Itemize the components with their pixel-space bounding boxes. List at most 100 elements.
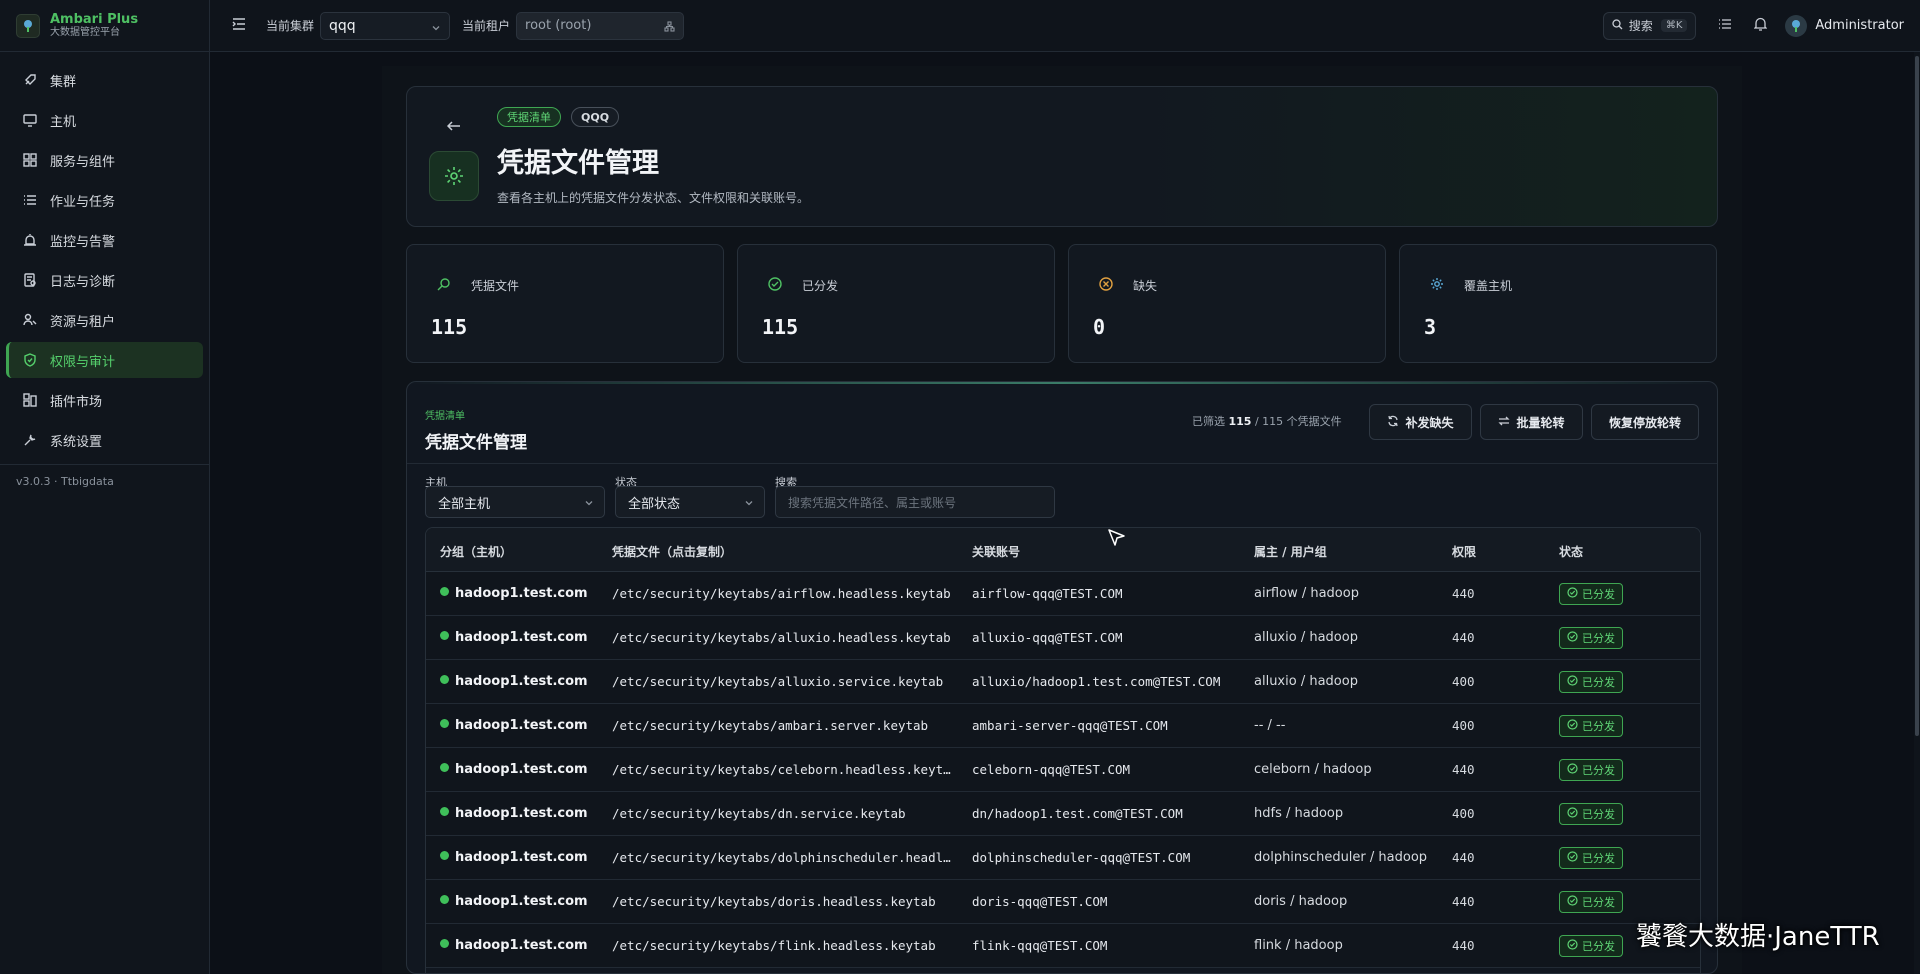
cell-file-path[interactable]: /etc/security/keytabs/ambari.server.keyt… bbox=[612, 718, 952, 733]
sidebar-item-monitoring[interactable]: 监控与告警 bbox=[6, 222, 203, 258]
column-header[interactable]: 权限 bbox=[1452, 543, 1476, 560]
host-name: hadoop1.test.com bbox=[455, 894, 588, 909]
back-arrow-icon[interactable] bbox=[446, 117, 461, 136]
cluster-label: 当前集群 bbox=[266, 19, 315, 33]
stat-value: 0 bbox=[1093, 315, 1106, 339]
filter-search-input[interactable]: 搜索凭据文件路径、属主或账号 bbox=[775, 486, 1055, 518]
cell-account: alluxio-qqq@TEST.COM bbox=[972, 630, 1123, 645]
sidebar-item-cluster[interactable]: 集群 bbox=[6, 62, 203, 98]
cell-file-path[interactable]: /etc/security/keytabs/flink.headless.key… bbox=[612, 938, 952, 953]
check-circle-icon bbox=[1567, 719, 1578, 733]
cell-permission: 440 bbox=[1452, 938, 1475, 953]
column-header[interactable]: 分组（主机） bbox=[440, 543, 512, 560]
chevron-down-icon bbox=[584, 497, 594, 512]
column-header[interactable]: 凭据文件（点击复制） bbox=[612, 543, 732, 560]
check-circle-icon bbox=[768, 277, 782, 295]
host-status-dot bbox=[440, 675, 449, 684]
table-row[interactable]: hadoop1.test.com/etc/security/keytabs/do… bbox=[426, 836, 1700, 880]
credential-panel: 凭据清单 凭据文件管理 已筛选 115 / 115 个凭据文件 补发缺失 批量轮… bbox=[406, 381, 1718, 974]
sidebar-item-label: 集群 bbox=[50, 74, 77, 90]
panel-kicker: 凭据清单 bbox=[425, 411, 465, 422]
cell-host: hadoop1.test.com bbox=[440, 674, 588, 689]
task-list-icon[interactable] bbox=[1718, 18, 1732, 34]
bell-icon[interactable] bbox=[1753, 17, 1768, 35]
menu-collapse-icon[interactable] bbox=[232, 17, 250, 34]
fill-missing-label: 补发缺失 bbox=[1405, 415, 1454, 430]
fill-missing-button[interactable]: 补发缺失 bbox=[1369, 404, 1472, 440]
column-header[interactable]: 状态 bbox=[1559, 543, 1583, 560]
sidebar-item-settings[interactable]: 系统设置 bbox=[6, 422, 203, 458]
cell-file-path[interactable]: /etc/security/keytabs/alluxio.headless.k… bbox=[612, 630, 952, 645]
stat-value: 115 bbox=[431, 315, 468, 339]
cell-file-path[interactable]: /etc/security/keytabs/dn.service.keytab bbox=[612, 806, 952, 821]
status-text: 已分发 bbox=[1582, 588, 1615, 601]
host-name: hadoop1.test.com bbox=[455, 850, 588, 865]
table-row[interactable]: hadoop1.test.com/etc/security/keytabs/al… bbox=[426, 660, 1700, 704]
global-search-button[interactable]: 搜索 ⌘K bbox=[1602, 11, 1697, 40]
check-circle-icon bbox=[1567, 895, 1578, 909]
sidebar-item-permissions[interactable]: 权限与审计 bbox=[6, 342, 203, 378]
brand[interactable]: Ambari Plus 大数据管控平台 bbox=[0, 0, 209, 52]
cell-file-path[interactable]: /etc/security/keytabs/alluxio.service.ke… bbox=[612, 674, 952, 689]
check-circle-icon bbox=[1567, 763, 1578, 777]
tag-cluster: QQQ bbox=[571, 107, 620, 127]
panel-divider bbox=[407, 463, 1717, 464]
cell-account: celeborn-qqq@TEST.COM bbox=[972, 762, 1131, 777]
page-title: 凭据文件管理 bbox=[497, 148, 659, 179]
x-circle-icon bbox=[1099, 277, 1113, 295]
column-header[interactable]: 关联账号 bbox=[972, 543, 1020, 560]
user-name[interactable]: Administrator bbox=[1815, 18, 1904, 33]
cell-owner: alluxio / hadoop bbox=[1254, 674, 1358, 689]
status-badge: 已分发 bbox=[1559, 715, 1623, 737]
table-row[interactable]: hadoop1.test.com/etc/security/keytabs/dn… bbox=[426, 792, 1700, 836]
sidebar-item-plugins[interactable]: 插件市场 bbox=[6, 382, 203, 418]
cell-file-path[interactable]: /etc/security/keytabs/celeborn.headless.… bbox=[612, 762, 952, 777]
check-circle-icon bbox=[1567, 675, 1578, 689]
cell-owner: doris / hadoop bbox=[1254, 894, 1348, 909]
sidebar-item-jobs[interactable]: 作业与任务 bbox=[6, 182, 203, 218]
sidebar-item-services[interactable]: 服务与组件 bbox=[6, 142, 203, 178]
cluster-select-value: qqq bbox=[329, 17, 356, 34]
cell-host: hadoop1.test.com bbox=[440, 938, 588, 953]
stat-label: 凭据文件 bbox=[471, 279, 520, 293]
cell-account: flink-qqq@TEST.COM bbox=[972, 938, 1108, 953]
status-text: 已分发 bbox=[1582, 632, 1615, 645]
stat-card-missing: 缺失 0 bbox=[1068, 244, 1386, 363]
table-row[interactable]: hadoop1.test.com/etc/security/keytabs/ai… bbox=[426, 572, 1700, 616]
watermark: 饕餮大数据·JaneTTR bbox=[1636, 922, 1880, 952]
brand-logo-icon bbox=[16, 13, 40, 38]
cell-file-path[interactable]: /etc/security/keytabs/doris.headless.key… bbox=[612, 894, 952, 909]
cell-file-path[interactable]: /etc/security/keytabs/airflow.headless.k… bbox=[612, 586, 952, 601]
table-row[interactable]: hadoop1.test.com/etc/security/keytabs/al… bbox=[426, 616, 1700, 660]
cell-permission: 440 bbox=[1452, 630, 1475, 645]
table-row[interactable]: hadoop1.test.com/etc/security/keytabs/ce… bbox=[426, 748, 1700, 792]
cell-owner: alluxio / hadoop bbox=[1254, 630, 1358, 645]
status-badge: 已分发 bbox=[1559, 847, 1623, 869]
plugin-icon bbox=[20, 393, 40, 407]
alarm-icon bbox=[20, 233, 40, 247]
batch-rotate-button[interactable]: 批量轮转 bbox=[1480, 404, 1583, 440]
sidebar-item-logs[interactable]: 日志与诊断 bbox=[6, 262, 203, 298]
filter-host-select[interactable]: 全部主机 bbox=[425, 486, 605, 518]
cell-account: dn/hadoop1.test.com@TEST.COM bbox=[972, 806, 1183, 821]
status-badge: 已分发 bbox=[1559, 759, 1623, 781]
cell-host: hadoop1.test.com bbox=[440, 718, 588, 733]
sidebar-item-resources[interactable]: 资源与租户 bbox=[6, 302, 203, 338]
filter-status-select[interactable]: 全部状态 bbox=[615, 486, 765, 518]
table-row[interactable]: hadoop1.test.com/etc/security/keytabs/do… bbox=[426, 880, 1700, 924]
sidebar-item-hosts[interactable]: 主机 bbox=[6, 102, 203, 138]
status-text: 已分发 bbox=[1582, 896, 1615, 909]
sidebar-item-label: 服务与组件 bbox=[50, 154, 116, 170]
host-name: hadoop1.test.com bbox=[455, 938, 588, 953]
cluster-select[interactable]: qqq bbox=[320, 11, 451, 40]
table-row[interactable]: hadoop1.test.com/etc/security/keytabs/fl… bbox=[426, 924, 1700, 968]
resume-rotation-button[interactable]: 恢复停放轮转 bbox=[1591, 404, 1699, 440]
table-row[interactable]: hadoop1.test.com/etc/security/keytabs/am… bbox=[426, 704, 1700, 748]
column-header[interactable]: 属主 / 用户组 bbox=[1254, 543, 1327, 560]
page-scrollbar-thumb[interactable] bbox=[1915, 56, 1919, 736]
status-text: 已分发 bbox=[1582, 852, 1615, 865]
cell-file-path[interactable]: /etc/security/keytabs/dolphinscheduler.h… bbox=[612, 850, 952, 865]
tenant-field: root (root) bbox=[516, 11, 685, 40]
cell-permission: 440 bbox=[1452, 586, 1475, 601]
avatar[interactable] bbox=[1785, 14, 1808, 37]
